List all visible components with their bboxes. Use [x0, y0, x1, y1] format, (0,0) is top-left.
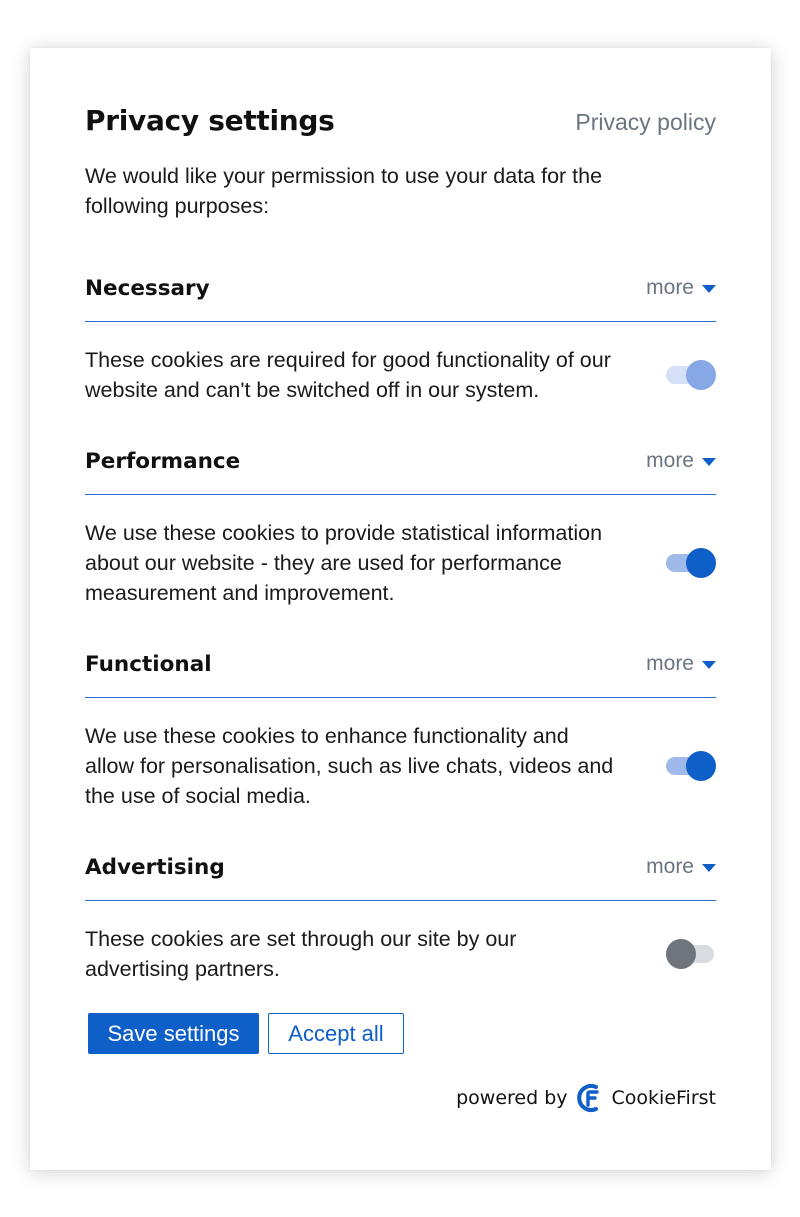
- toggle-knob: [666, 939, 696, 969]
- caret-down-icon: [702, 285, 716, 293]
- more-toggle[interactable]: more: [646, 276, 716, 300]
- section-title: Advertising: [85, 854, 225, 880]
- section-divider: [85, 697, 716, 698]
- section-description: These cookies are set through our site b…: [85, 927, 517, 981]
- caret-down-icon: [702, 458, 716, 466]
- toggle-knob: [686, 548, 716, 578]
- caret-down-icon: [702, 661, 716, 669]
- save-settings-button[interactable]: Save settings: [88, 1013, 259, 1054]
- section-necessary: Necessary more These cookies are require…: [85, 268, 716, 405]
- toggle-knob: [686, 360, 716, 390]
- action-buttons: Save settings Accept all: [88, 1013, 404, 1054]
- more-label: more: [646, 276, 694, 299]
- more-label: more: [646, 652, 694, 675]
- cookiefirst-logo-icon: [576, 1084, 599, 1112]
- accept-all-button[interactable]: Accept all: [268, 1013, 404, 1054]
- powered-by[interactable]: powered by CookieFirst: [456, 1083, 716, 1113]
- section-header: Functional more: [85, 644, 716, 684]
- brand-name: CookieFirst: [611, 1087, 716, 1109]
- necessary-toggle[interactable]: [666, 360, 716, 390]
- more-label: more: [646, 449, 694, 472]
- section-advertising: Advertising more These cookies are set t…: [85, 847, 716, 984]
- section-divider: [85, 321, 716, 322]
- caret-down-icon: [702, 864, 716, 872]
- section-title: Functional: [85, 651, 212, 677]
- section-description: We use these cookies to enhance function…: [85, 724, 614, 808]
- section-header: Necessary more: [85, 268, 716, 308]
- section-body: These cookies are required for good func…: [85, 345, 716, 405]
- functional-toggle[interactable]: [666, 751, 716, 781]
- toggle-knob: [686, 751, 716, 781]
- powered-by-label: powered by: [456, 1087, 568, 1109]
- section-header: Performance more: [85, 441, 716, 481]
- section-header: Advertising more: [85, 847, 716, 887]
- section-body: We use these cookies to provide statisti…: [85, 518, 716, 608]
- more-toggle[interactable]: more: [646, 449, 716, 473]
- section-body: We use these cookies to enhance function…: [85, 721, 716, 811]
- more-toggle[interactable]: more: [646, 652, 716, 676]
- section-divider: [85, 900, 716, 901]
- intro-text: We would like your permission to use you…: [85, 164, 603, 218]
- privacy-policy-link[interactable]: Privacy policy: [575, 109, 716, 136]
- section-body: These cookies are set through our site b…: [85, 924, 716, 984]
- privacy-settings-dialog: Privacy settings Privacy policy We would…: [30, 48, 771, 1170]
- section-description: These cookies are required for good func…: [85, 348, 611, 402]
- section-divider: [85, 494, 716, 495]
- advertising-toggle[interactable]: [666, 939, 716, 969]
- performance-toggle[interactable]: [666, 548, 716, 578]
- section-title: Necessary: [85, 275, 210, 301]
- dialog-title: Privacy settings: [85, 104, 335, 137]
- section-functional: Functional more We use these cookies to …: [85, 644, 716, 811]
- section-performance: Performance more We use these cookies to…: [85, 441, 716, 608]
- dialog-header: Privacy settings Privacy policy: [85, 104, 716, 137]
- more-label: more: [646, 855, 694, 878]
- more-toggle[interactable]: more: [646, 855, 716, 879]
- dialog-content: Privacy settings Privacy policy We would…: [85, 48, 716, 1170]
- section-description: We use these cookies to provide statisti…: [85, 521, 603, 605]
- section-title: Performance: [85, 448, 241, 474]
